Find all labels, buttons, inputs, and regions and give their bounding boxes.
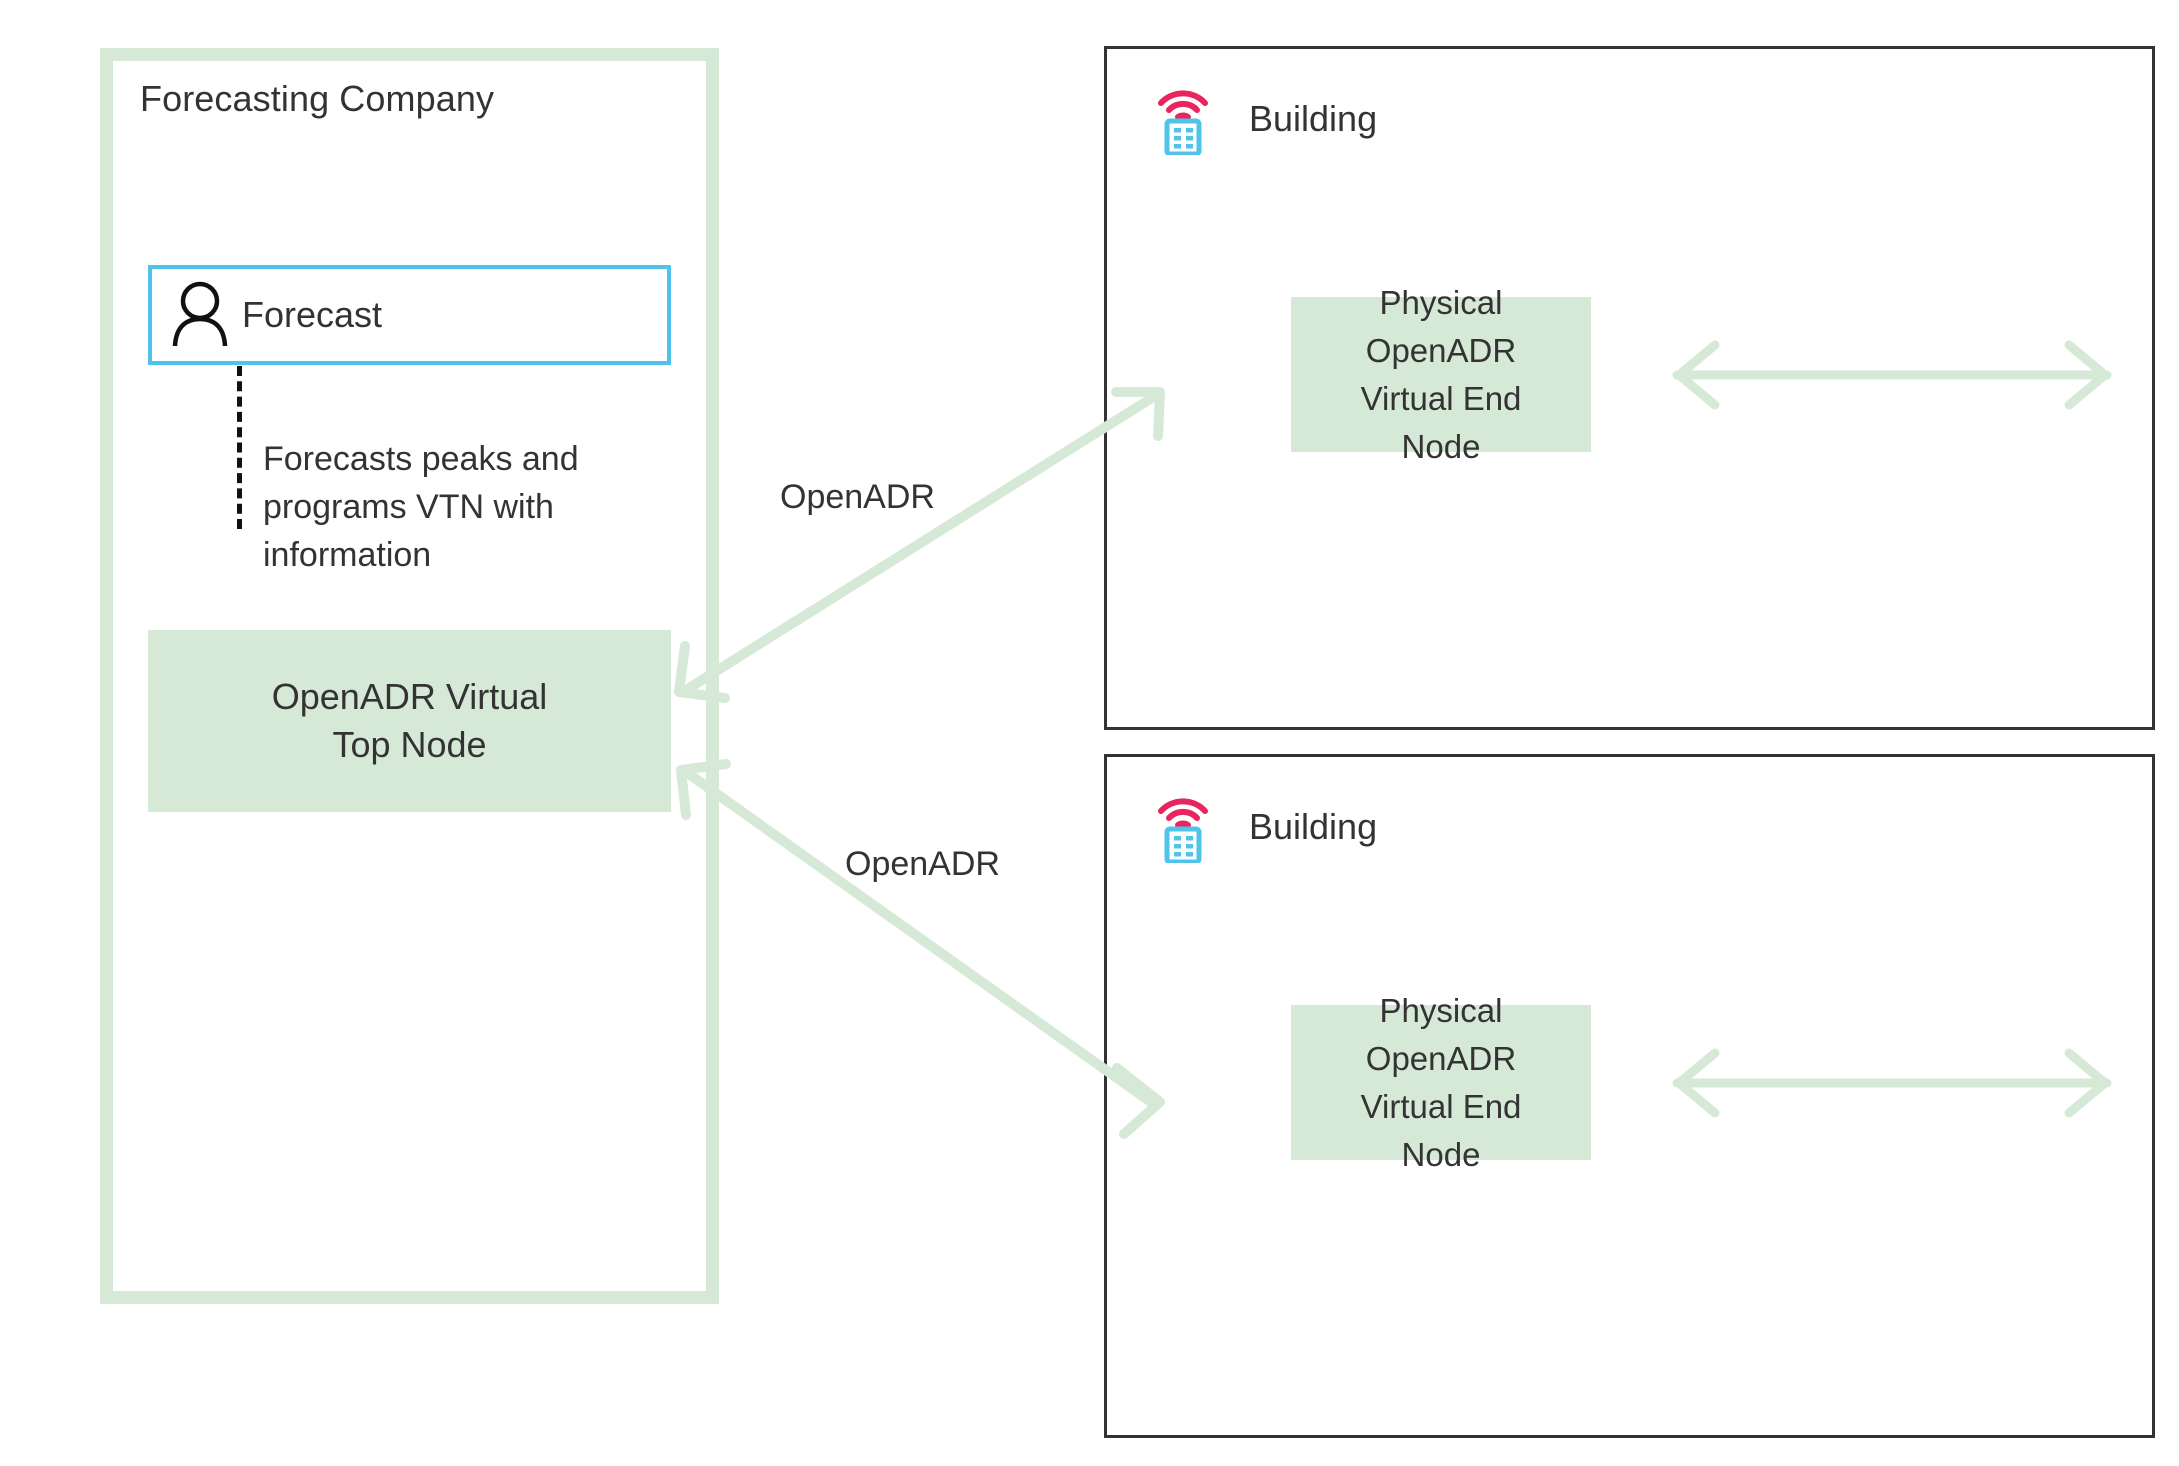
physical-openadr-ven-box-2[interactable]: Physical OpenADR Virtual End Node — [1291, 992, 1591, 1173]
ven-1-line-3: Virtual End — [1360, 379, 1522, 417]
ven-2-line-2: OpenADR — [1365, 1039, 1517, 1077]
vtn-box-text: OpenADR Virtual Top Node — [272, 673, 547, 769]
openadr-virtual-top-node-box[interactable]: OpenADR Virtual Top Node — [148, 630, 671, 812]
building-wifi-icon — [1157, 77, 1209, 160]
forecast-actor-inner: Forecast — [152, 269, 667, 361]
building-wifi-icon — [1157, 785, 1209, 868]
ven-2-line-4: Node — [1401, 1135, 1481, 1173]
ven-1-line-4: Node — [1401, 427, 1481, 465]
ven-1-line-1: Physical — [1379, 283, 1503, 321]
forecast-actor-label: Forecast — [242, 294, 383, 335]
building-2-header: Building — [1157, 785, 1377, 868]
building-panel-1: Building Physical OpenADR Virtual End No… — [1104, 46, 2155, 730]
vtn-line-2: Top Node — [332, 724, 487, 765]
person-icon — [172, 280, 228, 351]
forecasting-company-title: Forecasting Company — [140, 78, 495, 119]
forecast-note-text: Forecasts peaks and programs VTN with in… — [263, 440, 579, 574]
diagram-canvas: Forecasting Company Forecast Forecasts p… — [0, 0, 2179, 1466]
vtn-line-1: OpenADR Virtual — [271, 676, 548, 717]
ven-1-line-2: OpenADR — [1365, 331, 1517, 369]
forecast-to-vtn-dashed-connector — [237, 366, 242, 529]
building-1-header: Building — [1157, 77, 1377, 160]
ven-1-text: Physical OpenADR Virtual End Node — [1361, 279, 1522, 471]
ven-2-text: Physical OpenADR Virtual End Node — [1361, 987, 1522, 1179]
building-2-label: Building — [1249, 805, 1378, 847]
ven-2-line-1: Physical — [1379, 991, 1503, 1029]
forecast-actor-box[interactable]: Forecast — [148, 265, 671, 365]
building-1-label: Building — [1249, 97, 1378, 139]
ven-2-line-3: Virtual End — [1360, 1087, 1522, 1125]
physical-openadr-ven-box-1[interactable]: Physical OpenADR Virtual End Node — [1291, 284, 1591, 465]
openadr-arrow-label-2: OpenADR — [845, 845, 1000, 883]
openadr-arrow-label-1: OpenADR — [780, 478, 935, 516]
building-panel-2: Building Physical OpenADR Virtual End No… — [1104, 754, 2155, 1438]
